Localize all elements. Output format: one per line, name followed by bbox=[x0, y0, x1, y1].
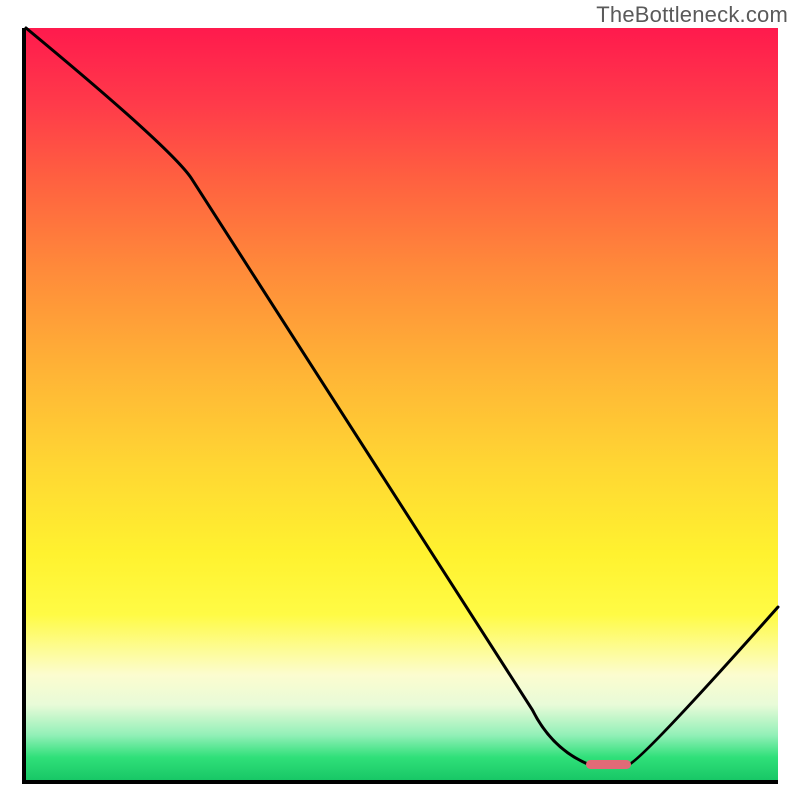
chart-area bbox=[22, 28, 778, 784]
bottleneck-line bbox=[26, 28, 778, 780]
optimum-marker bbox=[586, 760, 631, 769]
watermark-text: TheBottleneck.com bbox=[596, 2, 788, 28]
